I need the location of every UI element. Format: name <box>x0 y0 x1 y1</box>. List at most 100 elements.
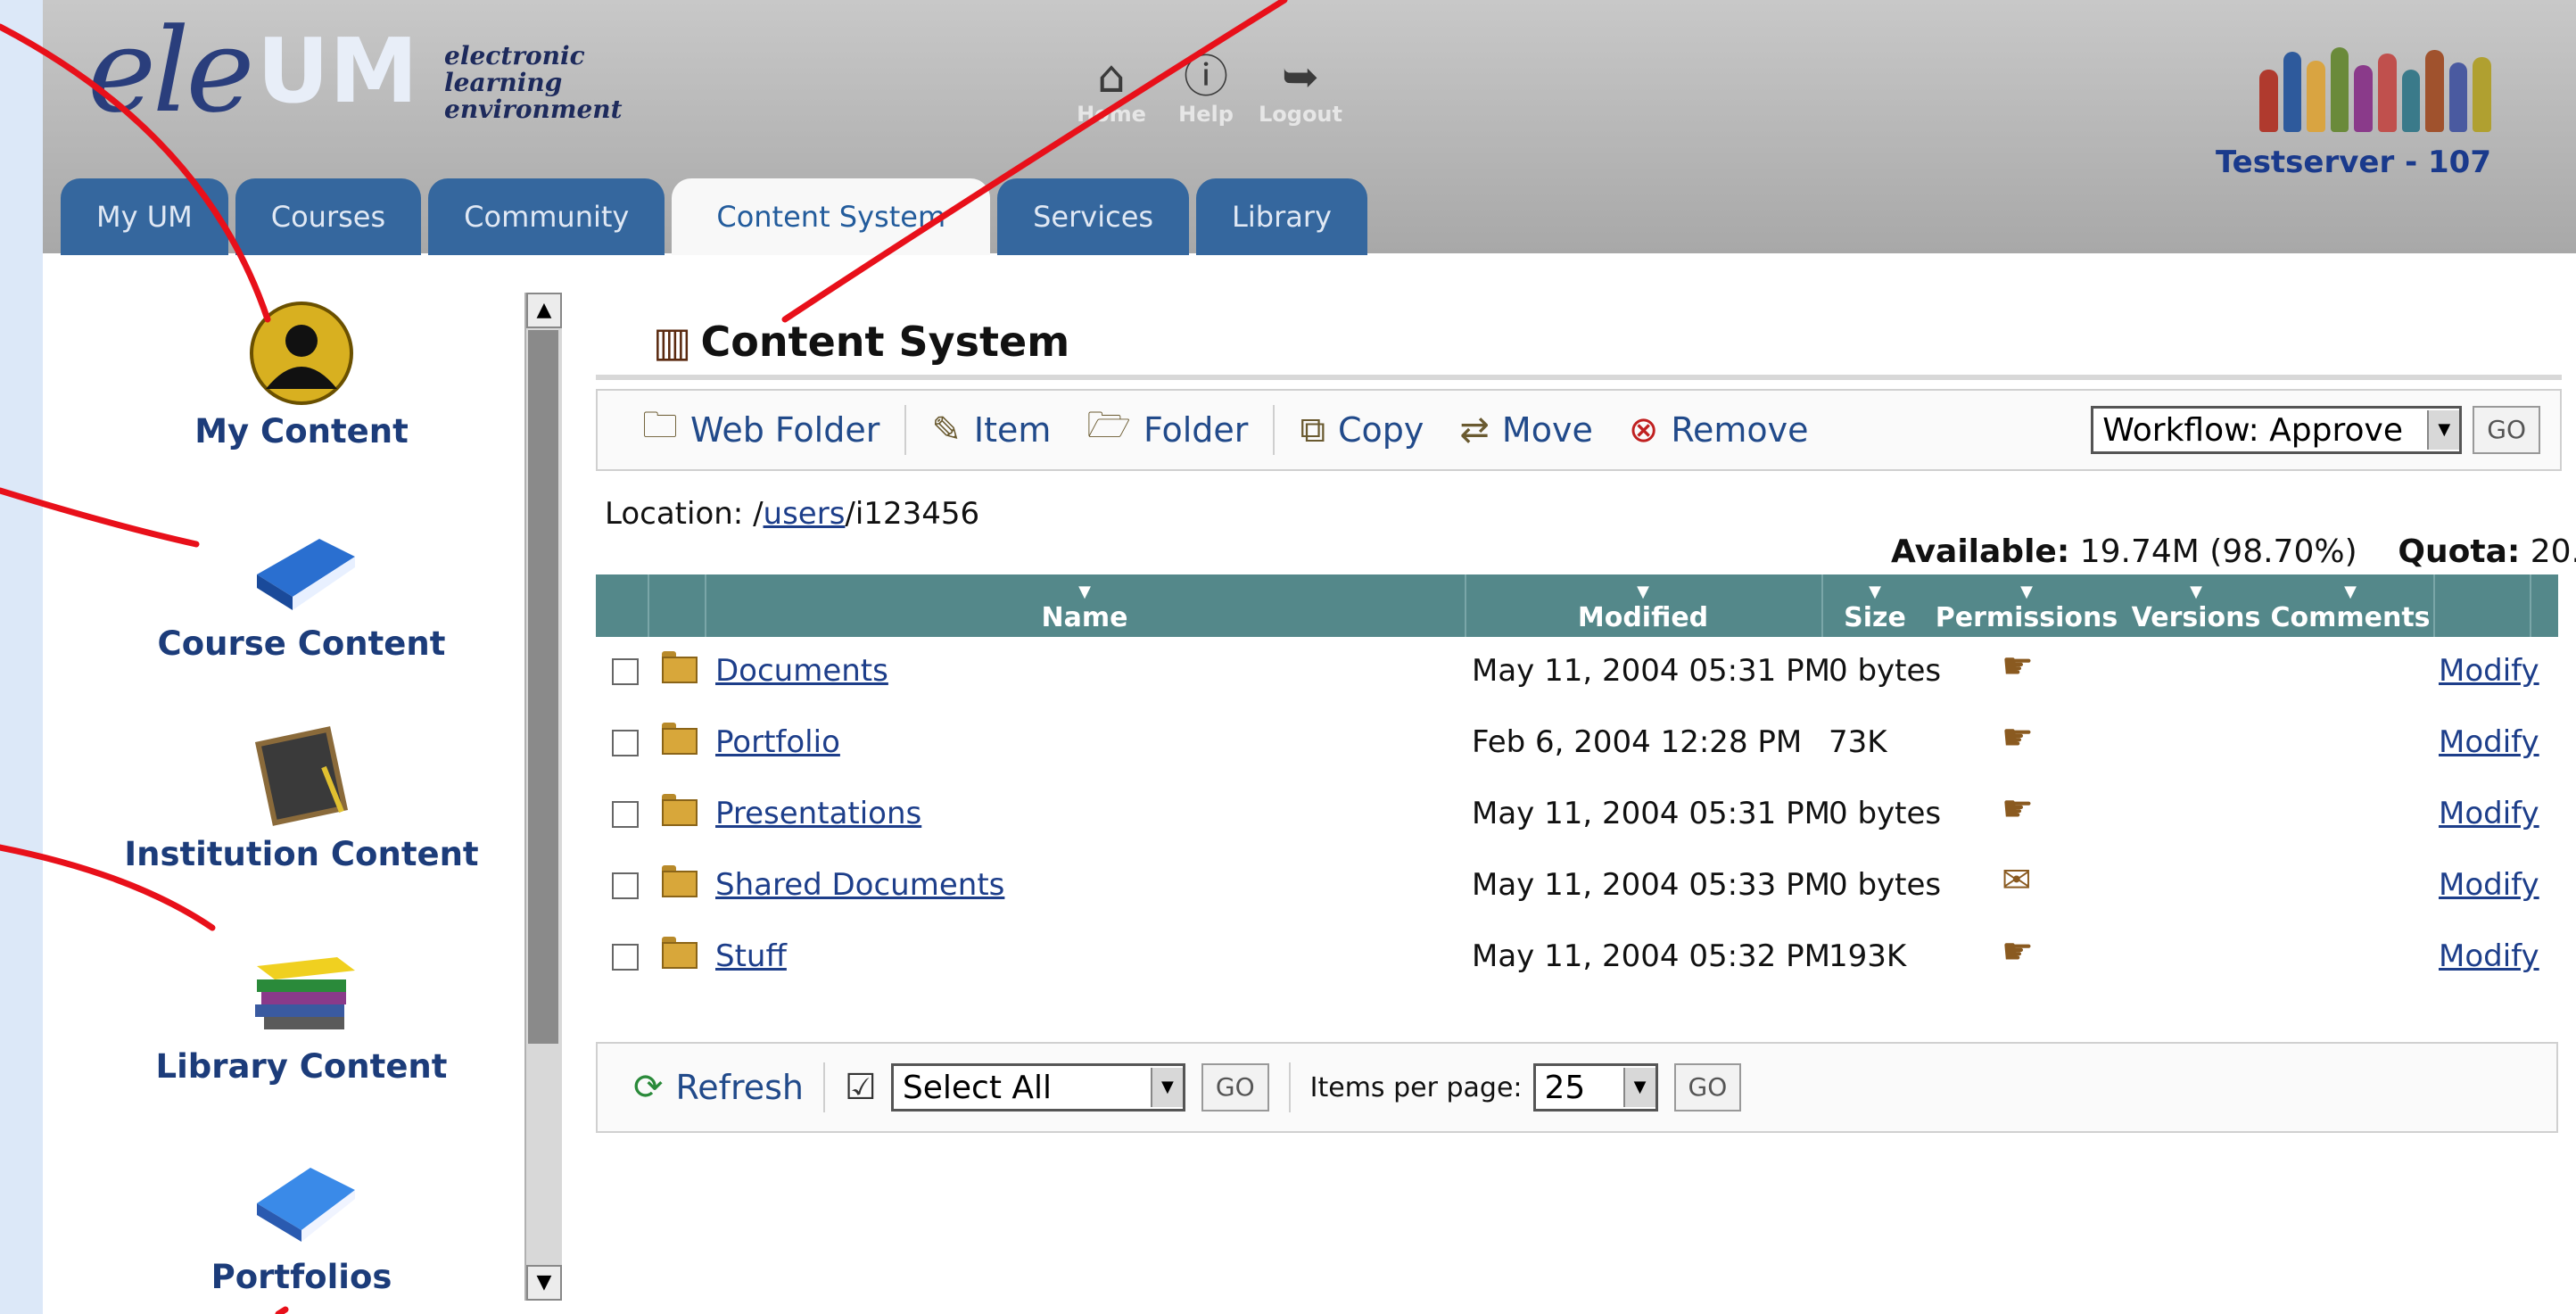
tab-courses[interactable]: Courses <box>235 178 422 255</box>
select-all-dropdown[interactable]: Select All ▼ <box>890 1063 1185 1112</box>
refresh-button[interactable]: ⟳ Refresh <box>633 1067 804 1108</box>
column-divider <box>648 574 649 637</box>
remove-button[interactable]: ⊗ Remove <box>1611 409 1827 450</box>
page-title-text: Content System <box>700 318 1070 366</box>
column-header-modified[interactable]: ▼ Modified <box>1465 583 1821 633</box>
add-item-button[interactable]: ✎ Item <box>913 409 1069 450</box>
blue-book-icon <box>239 512 364 619</box>
help-button[interactable]: ⓘ Help <box>1163 52 1249 127</box>
sidebar: My Content Course Content Institution Co… <box>43 255 565 1314</box>
select-all-value: Select All <box>902 1069 1053 1106</box>
sidebar-item-institution-content[interactable]: Institution Content <box>61 723 542 873</box>
permissions-shared-icon[interactable]: ✉ <box>2002 860 2032 901</box>
scroll-down-icon[interactable]: ▼ <box>526 1265 562 1301</box>
copy-icon: ⧉ <box>1300 409 1325 450</box>
modify-link[interactable]: Modify <box>2439 796 2539 831</box>
sidebar-item-label: Library Content <box>155 1047 448 1086</box>
folder-icon <box>662 937 698 969</box>
permissions-hand-icon[interactable]: ☛ <box>2002 931 2034 972</box>
row-checkbox[interactable] <box>612 872 639 899</box>
toolbar-divider <box>904 405 907 455</box>
chevron-down-icon: ▼ <box>2427 410 2460 450</box>
permissions-hand-icon[interactable]: ☛ <box>2002 646 2034 687</box>
sidebar-item-my-content[interactable]: My Content <box>61 300 542 450</box>
web-folder-button[interactable]: 🗀 Web Folder <box>598 400 897 460</box>
tab-services[interactable]: Services <box>997 178 1190 255</box>
add-item-label: Item <box>973 410 1052 450</box>
modify-link[interactable]: Modify <box>2439 867 2539 903</box>
folder-link[interactable]: Shared Documents <box>715 867 1004 903</box>
sidebar-item-library-content[interactable]: Library Content <box>61 935 542 1086</box>
folder-link[interactable]: Portfolio <box>715 724 840 760</box>
app-frame: ele UM electronic learning environment ⌂… <box>43 0 2576 1314</box>
modify-link[interactable]: Modify <box>2439 938 2539 974</box>
toolbar-divider <box>823 1062 826 1112</box>
tab-content-system[interactable]: Content System <box>672 178 991 255</box>
page-title: ▥ Content System <box>653 318 1069 366</box>
modify-link[interactable]: Modify <box>2439 724 2539 760</box>
logo-um: UM <box>257 19 418 123</box>
column-header-comments[interactable]: ▼ Comments <box>2267 583 2433 633</box>
permissions-hand-icon[interactable]: ☛ <box>2002 789 2034 830</box>
logo-tagline: electronic learning environment <box>444 41 623 124</box>
items-per-page-value: 25 <box>1544 1069 1586 1106</box>
sidebar-item-label: Portfolios <box>211 1258 392 1296</box>
header: ele UM electronic learning environment ⌂… <box>43 0 2576 255</box>
column-header-versions-label: Versions <box>2131 602 2261 633</box>
sidebar-item-label: Institution Content <box>124 835 479 873</box>
copy-label: Copy <box>1338 410 1424 450</box>
row-checkbox[interactable] <box>612 658 639 685</box>
select-go-button[interactable]: GO <box>1201 1063 1269 1112</box>
table-header: ▼ Name ▼ Modified ▼ Size ▼ Permissions ▼ Vers… <box>596 574 2558 637</box>
permissions-hand-icon[interactable]: ☛ <box>2002 717 2034 758</box>
logout-button[interactable]: ➥ Logout <box>1258 52 1343 127</box>
quota-label: Quota: <box>2398 533 2521 570</box>
add-folder-label: Folder <box>1144 410 1249 450</box>
folder-link[interactable]: Presentations <box>715 796 921 831</box>
tab-community[interactable]: Community <box>428 178 665 255</box>
quota-info: Available: 19.74M (98.70%) Quota: 20.00M <box>1891 533 2576 570</box>
home-button[interactable]: ⌂ Home <box>1069 52 1154 127</box>
table-row: Presentations May 11, 2004 05:31 PM 0 by… <box>596 780 2558 851</box>
workflow-select[interactable]: Workflow: Approve ▼ <box>2091 406 2463 454</box>
scroll-thumb[interactable] <box>528 330 558 1044</box>
people-group-icon <box>2259 43 2491 132</box>
column-header-size[interactable]: ▼ Size <box>1821 583 1928 633</box>
content-toolbar: 🗀 Web Folder ✎ Item 🗁 Folder ⧉ Copy ⇄ Move ⊗ R… <box>596 389 2562 471</box>
column-header-permissions[interactable]: ▼ Permissions <box>1928 583 2125 633</box>
items-per-page-go-button[interactable]: GO <box>1673 1063 1742 1112</box>
sidebar-item-portfolios[interactable]: Portfolios <box>61 1145 542 1296</box>
move-label: Move <box>1501 410 1593 450</box>
move-button[interactable]: ⇄ Move <box>1441 409 1610 450</box>
column-divider <box>2433 574 2435 637</box>
toolbar-divider <box>1273 405 1276 455</box>
sidebar-item-course-content[interactable]: Course Content <box>61 512 542 663</box>
move-icon: ⇄ <box>1459 409 1490 450</box>
modified-date: Feb 6, 2004 12:28 PM <box>1472 724 1803 760</box>
row-checkbox[interactable] <box>612 944 639 971</box>
tab-library[interactable]: Library <box>1196 178 1367 255</box>
modify-link[interactable]: Modify <box>2439 653 2539 689</box>
location-users-link[interactable]: users <box>764 496 846 532</box>
add-folder-button[interactable]: 🗁 Folder <box>1069 400 1266 460</box>
copy-button[interactable]: ⧉ Copy <box>1282 409 1441 450</box>
tab-my-um[interactable]: My UM <box>61 178 228 255</box>
items-per-page-select[interactable]: 25 ▼ <box>1532 1063 1658 1112</box>
scroll-up-icon[interactable]: ▲ <box>526 293 562 328</box>
add-item-icon: ✎ <box>931 409 962 450</box>
logout-icon: ➥ <box>1282 51 1319 103</box>
chalkboard-icon <box>239 723 364 830</box>
column-header-name[interactable]: ▼ Name <box>705 583 1465 633</box>
remove-label: Remove <box>1671 410 1809 450</box>
column-header-versions[interactable]: ▼ Versions <box>2125 583 2267 633</box>
file-size: 73K <box>1829 724 1887 760</box>
row-checkbox[interactable] <box>612 801 639 828</box>
folder-icon <box>662 651 698 683</box>
row-checkbox[interactable] <box>612 730 639 756</box>
folder-link[interactable]: Stuff <box>715 938 787 974</box>
folder-link[interactable]: Documents <box>715 653 888 689</box>
web-folder-label: Web Folder <box>690 410 880 450</box>
workflow-go-button[interactable]: GO <box>2473 406 2540 454</box>
file-size: 0 bytes <box>1829 796 1942 831</box>
sidebar-scrollbar[interactable]: ▲ ▼ <box>524 293 562 1301</box>
